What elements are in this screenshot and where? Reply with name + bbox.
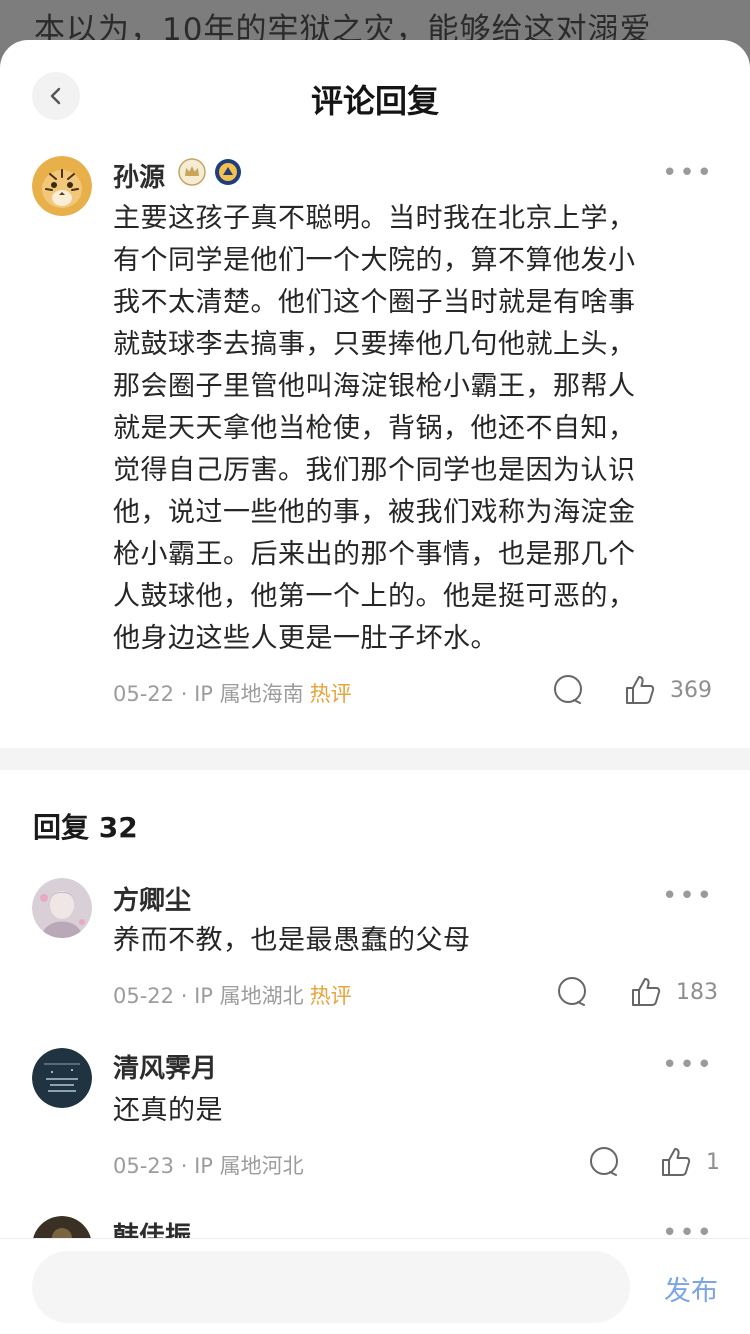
reply-author-name[interactable]: 清风霁月 (113, 1048, 217, 1085)
reply-comment-button[interactable] (588, 1146, 620, 1178)
comment-line: 主要这孩子真不聪明。当时我在北京上学， (113, 203, 636, 234)
more-options-icon[interactable]: ••• (662, 158, 714, 188)
comment-body: 主要这孩子真不聪明。当时我在北京上学， 有个同学是他们一个大院的，算不算他发小 … (113, 198, 703, 660)
reply-date: 05-23 (113, 1154, 175, 1178)
comment-date: 05-22 (113, 682, 175, 706)
comment-line: 就是天天拿他当枪使，背锅，他还不自知， (113, 413, 636, 444)
like-count: 369 (670, 677, 712, 703)
publish-button[interactable]: 发布 (664, 1269, 718, 1308)
like-count: 1 (706, 1149, 720, 1175)
reply-comment-button[interactable] (552, 674, 584, 706)
comment-line: 有个同学是他们一个大院的，算不算他发小 (113, 245, 636, 276)
like-button[interactable]: 1 (660, 1146, 720, 1178)
reply-body: 还真的是 (113, 1095, 223, 1126)
like-button[interactable]: 369 (624, 674, 712, 706)
reply-location: IP 属地湖北 (194, 984, 304, 1008)
comment-location: IP 属地海南 (194, 682, 304, 706)
section-divider (0, 748, 750, 770)
girl-avatar-image (32, 878, 92, 938)
reply-meta: 05-22 · IP 属地湖北 热评 (113, 984, 352, 1008)
reply-comment-button[interactable] (556, 976, 588, 1008)
comment-reply-sheet: 评论回复 孙源 ••• 主要这孩子真不聪明。当时我在北京上学， 有个同学是他们一… (0, 40, 750, 1334)
tiger-avatar-image (32, 156, 92, 216)
comment-line: 枪小霸王。后来出的那个事情，也是那几个 (113, 539, 636, 570)
more-options-icon[interactable]: ••• (662, 1050, 714, 1080)
avatar-girl[interactable] (32, 878, 92, 938)
thumbs-up-icon (632, 978, 661, 1006)
reply-input[interactable] (32, 1251, 630, 1323)
comment-bubble-icon (554, 675, 582, 704)
comment-line: 就鼓球李去搞事，只要捧他几句他就上头， (113, 329, 636, 360)
comment-line: 觉得自己厉害。我们那个同学也是因为认识 (113, 455, 636, 486)
hot-comment-badge: 热评 (309, 984, 352, 1008)
comment-line: 他，说过一些他的事，被我们戏称为海淀金 (113, 497, 636, 528)
reply-meta: 05-23 · IP 属地河北 (113, 1154, 304, 1178)
reply-location: IP 属地河北 (194, 1154, 304, 1178)
comment-author-name[interactable]: 孙源 (113, 157, 165, 194)
thumbs-up-icon (626, 676, 655, 704)
crown-badge-icon (178, 158, 206, 186)
reply-author-name[interactable]: 方卿尘 (113, 880, 191, 917)
page-title: 评论回复 (310, 82, 439, 120)
comment-meta: 05-22 · IP 属地海南 热评 (113, 682, 352, 706)
header: 评论回复 (0, 40, 750, 150)
avatar-night-sky[interactable] (32, 1048, 92, 1108)
comment-line: 他身边这些人更是一肚子坏水。 (113, 623, 498, 654)
hot-comment-badge: 热评 (309, 682, 352, 706)
comment-line: 那会圈子里管他叫海淀银枪小霸王，那帮人 (113, 371, 636, 402)
like-count: 183 (676, 979, 718, 1005)
level-badge-icon (214, 158, 242, 186)
comment-bubble-icon (590, 1147, 618, 1176)
reply-date: 05-22 (113, 984, 175, 1008)
comment-line: 我不太清楚。他们这个圈子当时就是有啥事 (113, 287, 636, 318)
more-options-icon[interactable]: ••• (662, 881, 714, 911)
night-sky-avatar-image (32, 1048, 92, 1108)
like-button[interactable]: 183 (630, 976, 718, 1008)
thumbs-up-icon (662, 1148, 691, 1176)
replies-count-label: 回复 32 (33, 811, 138, 844)
comment-bubble-icon (558, 977, 586, 1006)
avatar-tiger[interactable] (32, 156, 92, 216)
comment-line: 人鼓球他，他第一个上的。他是挺可恶的， (113, 581, 636, 612)
reply-body: 养而不教，也是最愚蠢的父母 (113, 925, 471, 956)
reply-input-bar: 发布 (0, 1238, 750, 1334)
